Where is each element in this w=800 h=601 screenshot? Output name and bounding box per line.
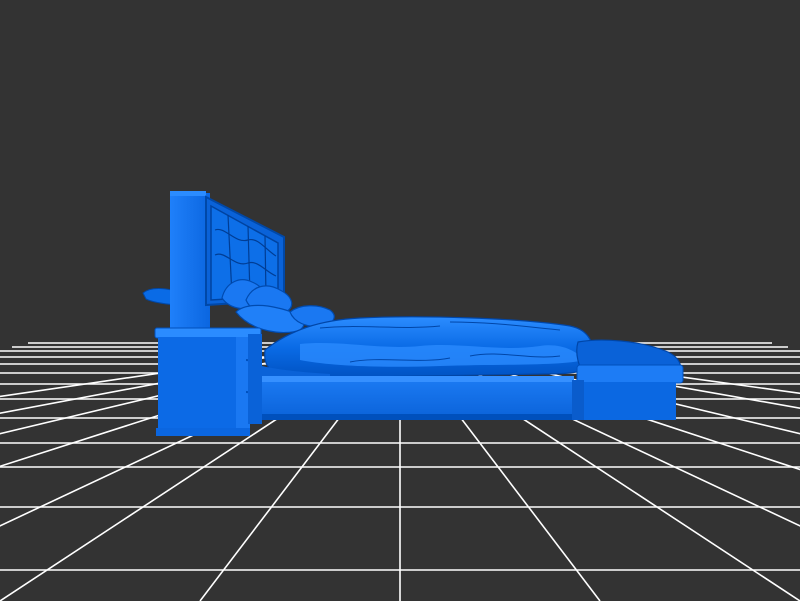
bench-top (576, 364, 684, 384)
nightstand-leg (248, 334, 262, 424)
3d-viewport[interactable] (0, 0, 800, 601)
bed-base (262, 376, 574, 420)
scene-canvas[interactable] (0, 0, 800, 601)
nightstand-top (154, 327, 262, 339)
nightstand-plinth (156, 428, 250, 436)
duvet-fold (300, 343, 585, 367)
bench-shadow (572, 380, 584, 420)
bed-base-shadow (262, 414, 574, 420)
bench-body (584, 382, 676, 420)
headboard-edge (170, 191, 206, 196)
bed-base-trim (262, 376, 574, 382)
nightstand-body (158, 337, 246, 435)
nightstand-side (236, 337, 250, 435)
bed-model[interactable] (142, 191, 684, 436)
headboard-post (170, 193, 210, 333)
